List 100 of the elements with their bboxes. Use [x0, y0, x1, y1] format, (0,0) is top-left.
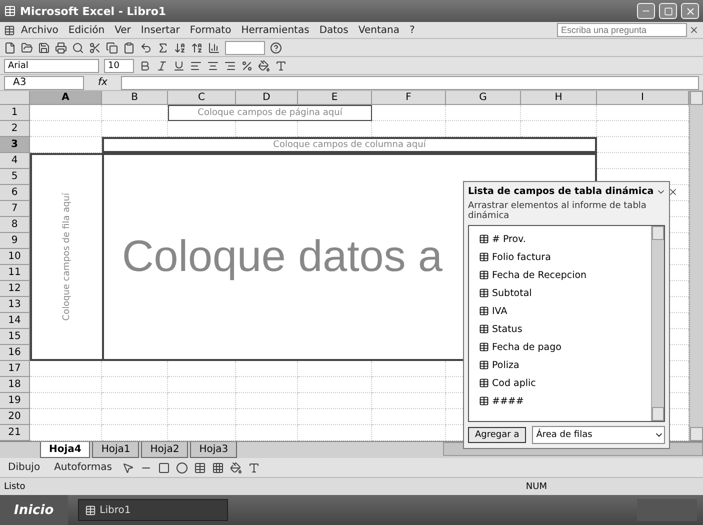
underline-icon[interactable] [173, 60, 185, 72]
printer-icon[interactable] [55, 42, 67, 54]
empty-cell[interactable] [236, 409, 298, 425]
empty-cell[interactable] [168, 393, 236, 409]
field-item[interactable]: # Prov. [479, 230, 649, 248]
menu-item[interactable]: Formato [186, 24, 236, 36]
empty-cell[interactable] [521, 105, 597, 121]
align-left-icon[interactable] [190, 60, 202, 72]
row-header[interactable]: 9 [0, 233, 30, 249]
name-box[interactable]: A3 [4, 76, 84, 90]
list-scrollbar[interactable] [651, 226, 664, 421]
font-color-icon[interactable] [248, 462, 260, 474]
empty-cell[interactable] [372, 393, 446, 409]
row-header[interactable]: 15 [0, 329, 30, 345]
oval-icon[interactable] [176, 462, 188, 474]
field-item[interactable]: #### [479, 392, 649, 410]
column-header[interactable]: E [298, 91, 372, 105]
field-item[interactable]: Folio factura [479, 248, 649, 266]
font-field[interactable]: Arial [4, 58, 99, 72]
field-item[interactable]: Subtotal [479, 284, 649, 302]
search-icon[interactable] [72, 42, 84, 54]
zoom-field[interactable] [225, 40, 265, 54]
row-header[interactable]: 21 [0, 425, 30, 441]
empty-cell[interactable] [298, 409, 372, 425]
field-item[interactable]: Fecha de pago [479, 338, 649, 356]
row-header[interactable]: 14 [0, 313, 30, 329]
field-item[interactable]: Fecha de Recepcion [479, 266, 649, 284]
rectangle-icon[interactable] [158, 462, 170, 474]
taskbar-button[interactable]: Libro1 [78, 499, 228, 521]
sort-ascending-icon[interactable] [174, 42, 186, 54]
row-header[interactable]: 11 [0, 265, 30, 281]
empty-cell[interactable] [102, 409, 168, 425]
clipboard-icon[interactable] [123, 42, 135, 54]
field-item[interactable]: IVA [479, 302, 649, 320]
close-button[interactable] [681, 3, 699, 19]
column-header[interactable]: G [446, 91, 521, 105]
row-header[interactable]: 1 [0, 105, 30, 121]
save-icon[interactable] [38, 42, 50, 54]
column-header[interactable]: H [521, 91, 597, 105]
autoshapes-menu[interactable]: Autoformas [50, 462, 116, 473]
column-header[interactable]: A [30, 91, 102, 105]
empty-cell[interactable] [446, 105, 521, 121]
menu-item[interactable]: ? [405, 24, 419, 36]
font-color-icon[interactable] [275, 60, 287, 72]
menu-item[interactable]: Edición [64, 24, 109, 36]
empty-cell[interactable] [168, 377, 236, 393]
pointer-icon[interactable] [122, 462, 134, 474]
row-header[interactable]: 16 [0, 345, 30, 361]
sheet-tab[interactable]: Hoja1 [92, 442, 140, 458]
empty-cell[interactable] [236, 393, 298, 409]
row-header[interactable]: 20 [0, 409, 30, 425]
start-button[interactable]: Inicio [0, 495, 68, 525]
column-header[interactable]: D [236, 91, 298, 105]
row-header[interactable]: 18 [0, 377, 30, 393]
empty-cell[interactable] [298, 393, 372, 409]
maximize-button[interactable] [659, 3, 677, 19]
row-header[interactable]: 3 [0, 137, 30, 153]
row-header[interactable]: 4 [0, 153, 30, 169]
menu-item[interactable]: Archivo [17, 24, 62, 36]
sheet-tab[interactable]: Hoja2 [141, 442, 188, 458]
sheet-tab[interactable]: Hoja4 [40, 442, 90, 458]
formula-field[interactable] [121, 76, 699, 90]
menu-item[interactable]: Ventana [354, 24, 404, 36]
undo-icon[interactable] [140, 42, 152, 54]
sigma-icon[interactable] [157, 42, 169, 54]
column-header[interactable]: I [597, 91, 689, 105]
row-header[interactable]: 6 [0, 185, 30, 201]
empty-cell[interactable] [102, 393, 168, 409]
menu-item[interactable]: Insertar [136, 24, 184, 36]
italic-icon[interactable] [156, 60, 168, 72]
menu-item[interactable]: Ver [110, 24, 135, 36]
row-header[interactable]: 8 [0, 217, 30, 233]
align-center-icon[interactable] [207, 60, 219, 72]
empty-cell[interactable] [236, 377, 298, 393]
folder-icon[interactable] [21, 42, 33, 54]
sheet-tab[interactable]: Hoja3 [190, 442, 238, 458]
minimize-button[interactable] [637, 3, 655, 19]
vertical-scrollbar[interactable] [689, 91, 703, 441]
empty-cell[interactable] [102, 377, 168, 393]
help-search-field[interactable]: Escriba una pregunta [557, 23, 687, 37]
copy-icon[interactable] [106, 42, 118, 54]
empty-cell[interactable] [372, 377, 446, 393]
field-item[interactable]: Poliza [479, 356, 649, 374]
align-right-icon[interactable] [224, 60, 236, 72]
column-header[interactable]: B [102, 91, 168, 105]
scissors-icon[interactable] [89, 42, 101, 54]
row-header[interactable]: 10 [0, 249, 30, 265]
row-header[interactable]: 17 [0, 361, 30, 377]
percent-icon[interactable] [241, 60, 253, 72]
new-file-icon[interactable] [4, 42, 16, 54]
draw-menu[interactable]: Dibujo [4, 462, 44, 473]
sort-descending-icon[interactable] [191, 42, 203, 54]
font-size-field[interactable]: 10 [104, 58, 134, 72]
row-header[interactable]: 2 [0, 121, 30, 137]
paint-bucket-icon[interactable] [230, 462, 242, 474]
row-header[interactable]: 13 [0, 297, 30, 313]
select-all-corner[interactable] [0, 91, 30, 105]
row-header[interactable]: 19 [0, 393, 30, 409]
empty-cell[interactable] [168, 409, 236, 425]
column-header[interactable]: F [372, 91, 446, 105]
